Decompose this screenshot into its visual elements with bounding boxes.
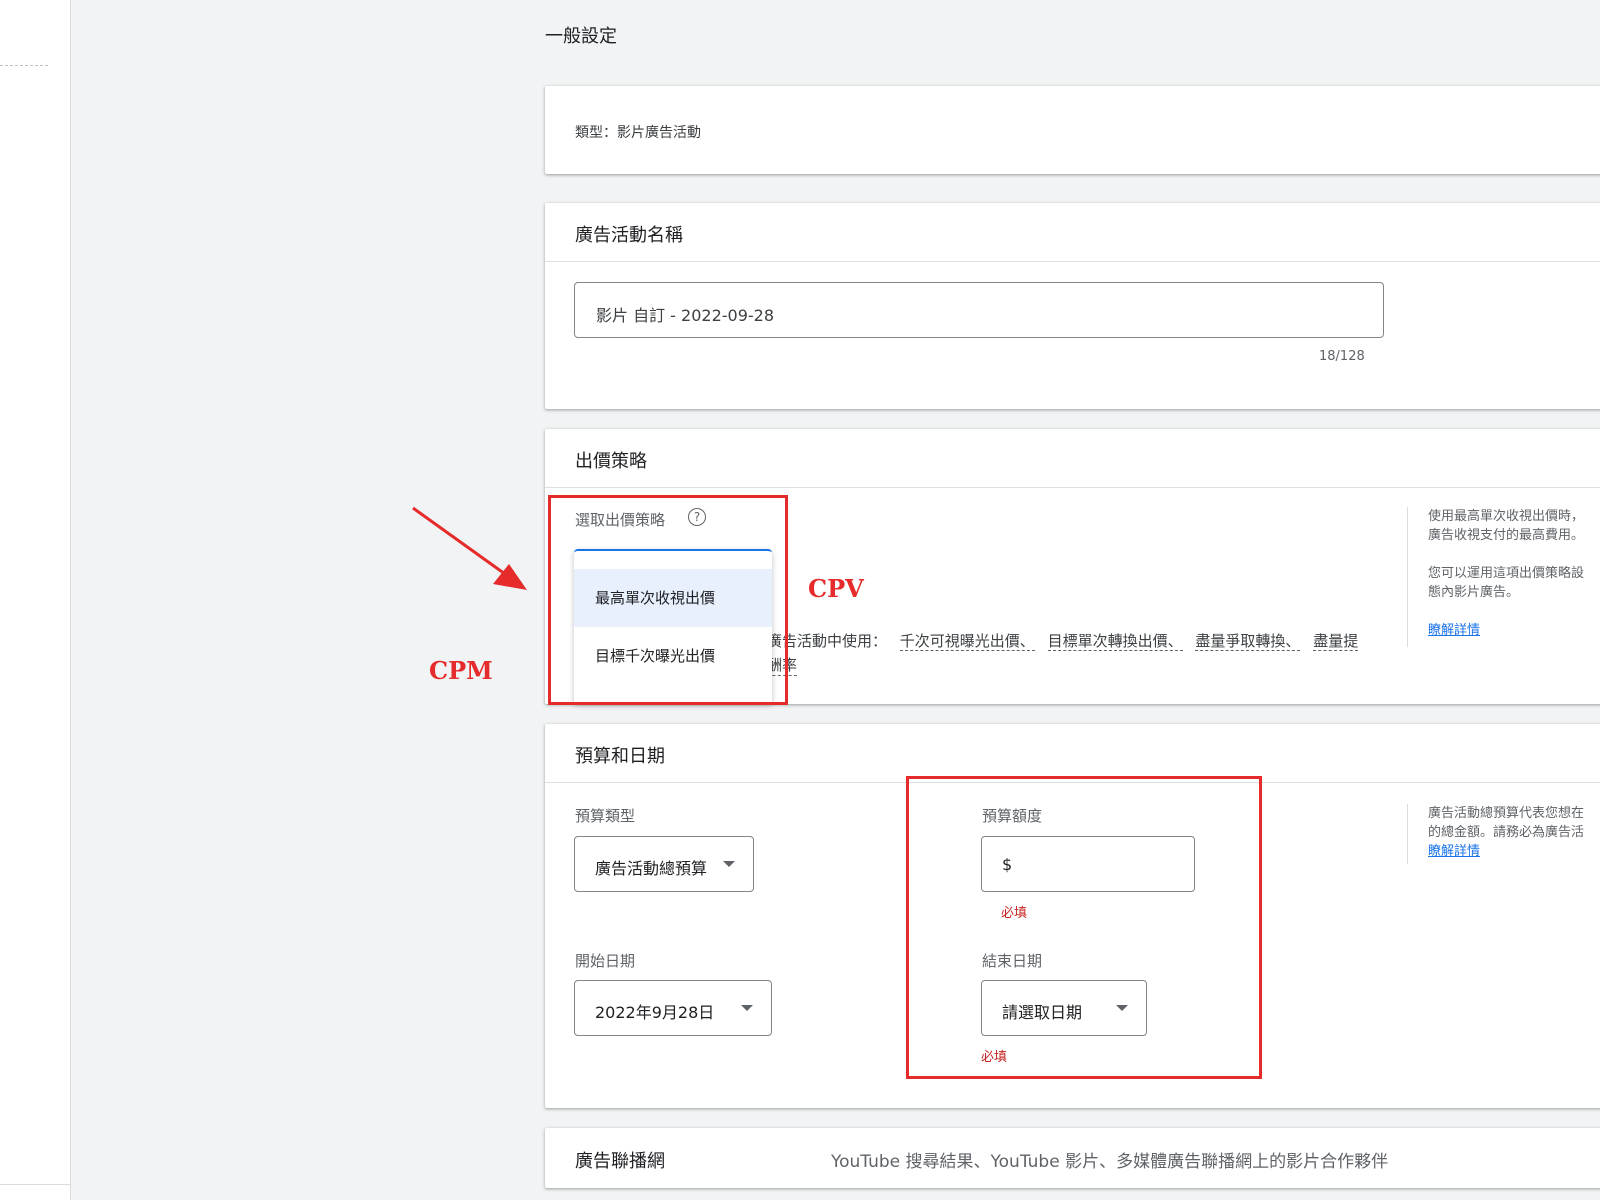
- annotation-box-budget-dates: [906, 776, 1262, 1079]
- usage-text: 廣告活動中使用： 千次可視曝光出價、 目標單次轉換出價、 盡量爭取轉換、 盡量提: [767, 630, 1359, 651]
- annotation-label-cpv: CPV: [808, 574, 864, 603]
- start-date-label: 開始日期: [575, 952, 636, 970]
- rail-divider: [0, 65, 48, 66]
- usage-link-max-roas[interactable]: 盡量提: [1313, 632, 1359, 651]
- side-note-line: 使用最高單次收視出價時，: [1428, 509, 1585, 524]
- learn-more-link[interactable]: 瞭解詳情: [1428, 842, 1600, 861]
- annotation-box-bid-strategy: [548, 495, 788, 705]
- budget-type-value: 廣告活動總預算: [595, 859, 708, 878]
- campaign-name-value: 影片 自訂 - 2022-09-28: [596, 306, 775, 325]
- page-title: 一般設定: [545, 26, 617, 47]
- annotation-arrow-icon: [412, 506, 527, 590]
- campaign-name-input[interactable]: 影片 自訂 - 2022-09-28: [574, 282, 1384, 338]
- budget-side-note: 廣告活動總預算代表您想在 的總金額。請務必為廣告活 瞭解詳情: [1407, 804, 1600, 864]
- chevron-down-icon: [723, 861, 735, 867]
- side-note-line: 您可以運用這項出價策略設: [1428, 566, 1585, 581]
- side-note-line: 態內影片廣告。: [1428, 585, 1520, 600]
- bidding-strategy-header[interactable]: 出價策略: [545, 429, 1600, 488]
- start-date-select[interactable]: 2022年9月28日: [574, 980, 772, 1036]
- budget-type-label: 預算類型: [575, 807, 636, 825]
- learn-more-link[interactable]: 瞭解詳情: [1428, 621, 1600, 640]
- character-counter: 18/128: [1319, 349, 1365, 364]
- bidding-strategy-title: 出價策略: [575, 451, 647, 472]
- networks-summary: YouTube 搜尋結果、YouTube 影片、多媒體廣告聯播網上的影片合作夥伴: [831, 1152, 1389, 1172]
- bid-strategy-side-note: 使用最高單次收視出價時， 廣告收視支付的最高費用。 您可以運用這項出價策略設 態…: [1407, 507, 1600, 647]
- campaign-name-card: 廣告活動名稱 影片 自訂 - 2022-09-28 18/128: [545, 203, 1600, 409]
- usage-link-target-cpa[interactable]: 目標單次轉換出價、: [1047, 632, 1183, 651]
- side-note-line: 的總金額。請務必為廣告活: [1428, 825, 1585, 840]
- budget-dates-title: 預算和日期: [575, 746, 665, 767]
- budget-type-select[interactable]: 廣告活動總預算: [574, 836, 754, 892]
- networks-card[interactable]: 廣告聯播網 YouTube 搜尋結果、YouTube 影片、多媒體廣告聯播網上的…: [545, 1128, 1600, 1188]
- budget-dates-header[interactable]: 預算和日期: [545, 724, 1600, 783]
- campaign-type-text: 類型：影片廣告活動: [575, 125, 701, 141]
- chevron-down-icon: [741, 1005, 753, 1011]
- left-navigation-rail: [0, 0, 71, 1200]
- side-note-line: 廣告收視支付的最高費用。: [1428, 528, 1585, 543]
- campaign-name-title: 廣告活動名稱: [575, 225, 683, 246]
- annotation-label-cpm: CPM: [429, 656, 493, 685]
- side-note-line: 廣告活動總預算代表您想在: [1428, 806, 1585, 821]
- rail-bottom-divider: [0, 1184, 70, 1185]
- usage-link-viewable-cpm[interactable]: 千次可視曝光出價、: [899, 632, 1035, 651]
- networks-title: 廣告聯播網: [575, 1151, 665, 1172]
- campaign-type-card: 類型：影片廣告活動: [545, 86, 1600, 174]
- campaign-name-header[interactable]: 廣告活動名稱: [545, 203, 1600, 262]
- start-date-value: 2022年9月28日: [595, 1003, 715, 1022]
- usage-link-max-conversions[interactable]: 盡量爭取轉換、: [1195, 632, 1301, 651]
